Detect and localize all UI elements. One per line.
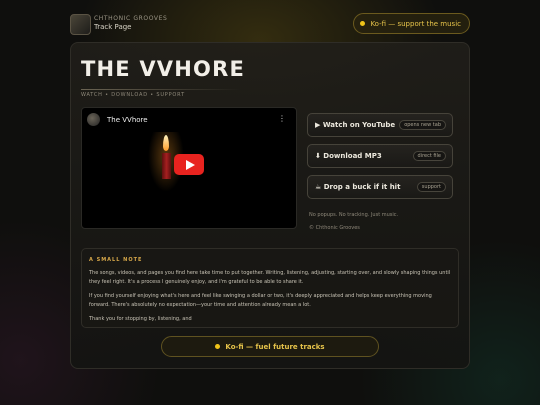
donate-label: ☕ Drop a buck if it hit [315,183,401,191]
download-mp3-badge: direct file [412,151,446,161]
download-mp3-label: ⬇ Download MP3 [315,152,382,160]
track-card: THE VVHORE WATCH • DOWNLOAD • SUPPORT Th… [70,42,470,369]
action-panel: ▶ Watch on YouTube opens new tab ⬇ Downl… [301,107,459,237]
note-paragraph: If you find yourself enjoying what's her… [89,293,432,308]
brand-logo [70,14,91,35]
youtube-embed[interactable]: The VVhore ⋮ [81,107,297,229]
watch-youtube-label: ▶ Watch on YouTube [315,121,396,129]
watch-youtube-button[interactable]: ▶ Watch on YouTube opens new tab [307,113,453,137]
kofi-support-button[interactable]: Ko-fi — support the music [353,13,470,34]
note-paragraph: The songs, videos, and pages you find he… [89,270,451,285]
privacy-note: No popups. No tracking. Just music. [309,212,399,218]
page-subtitle: Track Page [94,23,132,31]
kofi-fuel-button[interactable]: Ko-fi — fuel future tracks [161,336,379,357]
note-paragraph: Thank you for stopping by, listening, an… [89,316,192,322]
title-divider [81,89,241,90]
candle-flame [163,135,169,151]
play-button[interactable] [174,154,204,175]
tagline: WATCH • DOWNLOAD • SUPPORT [81,92,185,98]
copyright-note: © Chthonic Grooves [309,225,360,231]
donate-badge: support [416,182,446,192]
page-title: THE VVHORE [81,57,246,81]
small-note-section: A SMALL NOTE The songs, videos, and page… [81,248,459,328]
donate-button[interactable]: ☕ Drop a buck if it hit support [307,175,453,199]
candle-thumbnail [162,153,171,179]
kofi-support-label: Ko-fi — support the music [370,19,461,28]
brand-name: CHTHONIC GROOVES [94,15,168,22]
dot-icon [360,21,366,26]
note-heading: A SMALL NOTE [89,257,143,263]
kofi-fuel-label: Ko-fi — fuel future tracks [225,342,325,351]
download-mp3-button[interactable]: ⬇ Download MP3 direct file [307,144,453,168]
more-options-icon[interactable]: ⋮ [278,114,286,123]
watch-youtube-badge: opens new tab [399,120,446,130]
play-icon [185,159,195,170]
top-bar: CHTHONIC GROOVES Track Page Ko-fi — supp… [70,13,470,35]
video-title[interactable]: The VVhore [107,116,148,124]
dot-icon [215,344,221,349]
channel-avatar[interactable] [87,113,100,126]
